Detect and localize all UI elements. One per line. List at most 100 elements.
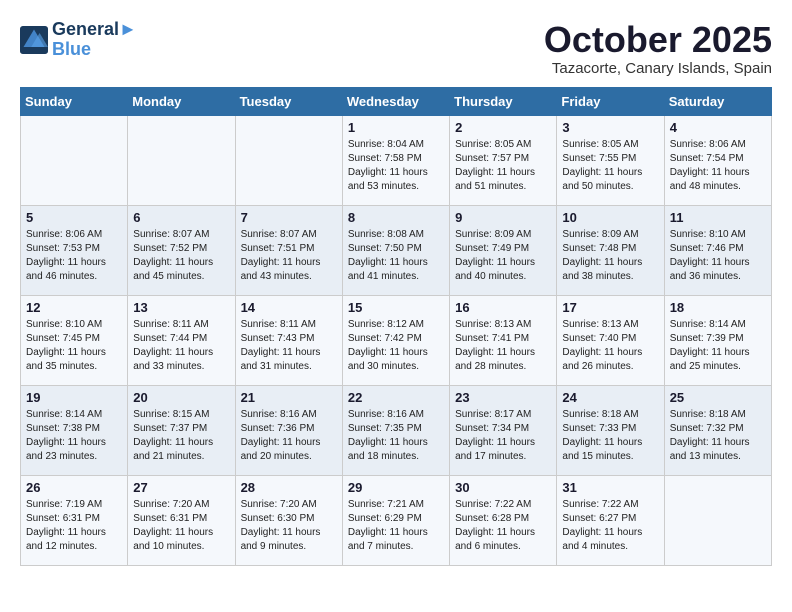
calendar-cell: 14 Sunrise: 8:11 AM Sunset: 7:43 PM Dayli… <box>235 295 342 385</box>
calendar-cell: 2Sunrise: 8:05 AM Sunset: 7:57 PM Daylig… <box>450 115 557 205</box>
day-of-week-header: Wednesday <box>342 87 449 115</box>
title-area: October 2025 Tazacorte, Canary Islands, … <box>544 20 772 77</box>
day-detail: Sunrise: 8:17 AM Sunset: 7:34 PM Dayligh… <box>455 408 551 464</box>
day-number: 16 <box>455 300 551 315</box>
calendar-cell: 19Sunrise: 8:14 AM Sunset: 7:38 PM Dayli… <box>21 385 128 475</box>
calendar-cell: 5 Sunrise: 8:06 AM Sunset: 7:53 PM Daylig… <box>21 205 128 295</box>
day-number: 18 <box>670 300 766 315</box>
calendar-cell: 22 Sunrise: 8:16 AM Sunset: 7:35 PM Dayli… <box>342 385 449 475</box>
day-detail: Sunrise: 8:06 AM Sunset: 7:54 PM Dayligh… <box>670 138 766 194</box>
day-number: 29 <box>348 480 444 495</box>
day-detail: Sunrise: 8:09 AM Sunset: 7:49 PM Dayligh… <box>455 228 551 284</box>
day-detail: Sunrise: 8:11 AM Sunset: 7:44 PM Dayligh… <box>133 318 229 374</box>
day-detail: Sunrise: 8:12 AM Sunset: 7:42 PM Dayligh… <box>348 318 444 374</box>
day-detail: Sunrise: 8:13 AM Sunset: 7:41 PM Dayligh… <box>455 318 551 374</box>
day-of-week-header: Monday <box>128 87 235 115</box>
calendar-cell: 18 Sunrise: 8:14 AM Sunset: 7:39 PM Dayli… <box>664 295 771 385</box>
day-number: 22 <box>348 390 444 405</box>
calendar-cell: 30 Sunrise: 7:22 AM Sunset: 6:28 PM Dayli… <box>450 475 557 565</box>
calendar-cell: 10Sunrise: 8:09 AM Sunset: 7:48 PM Dayli… <box>557 205 664 295</box>
day-number: 1 <box>348 120 444 135</box>
calendar-cell: 26 Sunrise: 7:19 AM Sunset: 6:31 PM Dayli… <box>21 475 128 565</box>
day-number: 21 <box>241 390 337 405</box>
day-number: 28 <box>241 480 337 495</box>
calendar-cell: 17Sunrise: 8:13 AM Sunset: 7:40 PM Dayli… <box>557 295 664 385</box>
calendar-cell: 13Sunrise: 8:11 AM Sunset: 7:44 PM Dayli… <box>128 295 235 385</box>
day-detail: Sunrise: 8:13 AM Sunset: 7:40 PM Dayligh… <box>562 318 658 374</box>
day-number: 14 <box>241 300 337 315</box>
calendar-week-row: 26 Sunrise: 7:19 AM Sunset: 6:31 PM Dayli… <box>21 475 772 565</box>
calendar-cell: 1 Sunrise: 8:04 AM Sunset: 7:58 PM Daylig… <box>342 115 449 205</box>
day-number: 11 <box>670 210 766 225</box>
day-number: 5 <box>26 210 122 225</box>
day-number: 7 <box>241 210 337 225</box>
page-header: General► Blue October 2025 Tazacorte, Ca… <box>20 20 772 77</box>
calendar-cell: 31 Sunrise: 7:22 AM Sunset: 6:27 PM Dayli… <box>557 475 664 565</box>
day-number: 30 <box>455 480 551 495</box>
day-number: 27 <box>133 480 229 495</box>
day-number: 9 <box>455 210 551 225</box>
day-detail: Sunrise: 8:07 AM Sunset: 7:52 PM Dayligh… <box>133 228 229 284</box>
day-detail: Sunrise: 8:11 AM Sunset: 7:43 PM Dayligh… <box>241 318 337 374</box>
day-number: 26 <box>26 480 122 495</box>
day-of-week-header: Saturday <box>664 87 771 115</box>
calendar-week-row: 5 Sunrise: 8:06 AM Sunset: 7:53 PM Daylig… <box>21 205 772 295</box>
calendar-cell: 11 Sunrise: 8:10 AM Sunset: 7:46 PM Dayli… <box>664 205 771 295</box>
calendar-cell: 12 Sunrise: 8:10 AM Sunset: 7:45 PM Dayli… <box>21 295 128 385</box>
day-number: 15 <box>348 300 444 315</box>
calendar-table: SundayMondayTuesdayWednesdayThursdayFrid… <box>20 87 772 566</box>
day-detail: Sunrise: 8:04 AM Sunset: 7:58 PM Dayligh… <box>348 138 444 194</box>
calendar-cell: 16 Sunrise: 8:13 AM Sunset: 7:41 PM Dayli… <box>450 295 557 385</box>
day-number: 31 <box>562 480 658 495</box>
day-number: 8 <box>348 210 444 225</box>
location-subtitle: Tazacorte, Canary Islands, Spain <box>544 60 772 77</box>
day-number: 12 <box>26 300 122 315</box>
calendar-cell: 6 Sunrise: 8:07 AM Sunset: 7:52 PM Daylig… <box>128 205 235 295</box>
day-detail: Sunrise: 7:22 AM Sunset: 6:27 PM Dayligh… <box>562 498 658 554</box>
day-number: 20 <box>133 390 229 405</box>
day-of-week-header: Tuesday <box>235 87 342 115</box>
day-detail: Sunrise: 8:16 AM Sunset: 7:36 PM Dayligh… <box>241 408 337 464</box>
day-detail: Sunrise: 8:08 AM Sunset: 7:50 PM Dayligh… <box>348 228 444 284</box>
day-detail: Sunrise: 7:22 AM Sunset: 6:28 PM Dayligh… <box>455 498 551 554</box>
day-detail: Sunrise: 8:18 AM Sunset: 7:32 PM Dayligh… <box>670 408 766 464</box>
calendar-header-row: SundayMondayTuesdayWednesdayThursdayFrid… <box>21 87 772 115</box>
day-of-week-header: Friday <box>557 87 664 115</box>
day-detail: Sunrise: 8:10 AM Sunset: 7:46 PM Dayligh… <box>670 228 766 284</box>
calendar-cell: 8 Sunrise: 8:08 AM Sunset: 7:50 PM Daylig… <box>342 205 449 295</box>
day-detail: Sunrise: 7:20 AM Sunset: 6:30 PM Dayligh… <box>241 498 337 554</box>
calendar-cell: 15 Sunrise: 8:12 AM Sunset: 7:42 PM Dayli… <box>342 295 449 385</box>
day-detail: Sunrise: 8:05 AM Sunset: 7:55 PM Dayligh… <box>562 138 658 194</box>
calendar-cell: 24 Sunrise: 8:18 AM Sunset: 7:33 PM Dayli… <box>557 385 664 475</box>
day-detail: Sunrise: 8:10 AM Sunset: 7:45 PM Dayligh… <box>26 318 122 374</box>
logo-icon <box>20 26 48 54</box>
day-detail: Sunrise: 8:18 AM Sunset: 7:33 PM Dayligh… <box>562 408 658 464</box>
calendar-cell: 28 Sunrise: 7:20 AM Sunset: 6:30 PM Dayli… <box>235 475 342 565</box>
calendar-cell: 4 Sunrise: 8:06 AM Sunset: 7:54 PM Daylig… <box>664 115 771 205</box>
day-number: 19 <box>26 390 122 405</box>
day-detail: Sunrise: 8:15 AM Sunset: 7:37 PM Dayligh… <box>133 408 229 464</box>
day-detail: Sunrise: 7:21 AM Sunset: 6:29 PM Dayligh… <box>348 498 444 554</box>
calendar-cell <box>128 115 235 205</box>
month-title: October 2025 <box>544 20 772 60</box>
calendar-cell <box>235 115 342 205</box>
calendar-cell: 20 Sunrise: 8:15 AM Sunset: 7:37 PM Dayli… <box>128 385 235 475</box>
day-detail: Sunrise: 7:20 AM Sunset: 6:31 PM Dayligh… <box>133 498 229 554</box>
day-detail: Sunrise: 8:06 AM Sunset: 7:53 PM Dayligh… <box>26 228 122 284</box>
day-detail: Sunrise: 8:16 AM Sunset: 7:35 PM Dayligh… <box>348 408 444 464</box>
day-detail: Sunrise: 8:14 AM Sunset: 7:39 PM Dayligh… <box>670 318 766 374</box>
calendar-cell <box>664 475 771 565</box>
calendar-week-row: 1 Sunrise: 8:04 AM Sunset: 7:58 PM Daylig… <box>21 115 772 205</box>
day-number: 3 <box>562 120 658 135</box>
day-number: 23 <box>455 390 551 405</box>
day-number: 4 <box>670 120 766 135</box>
calendar-week-row: 19Sunrise: 8:14 AM Sunset: 7:38 PM Dayli… <box>21 385 772 475</box>
day-detail: Sunrise: 7:19 AM Sunset: 6:31 PM Dayligh… <box>26 498 122 554</box>
day-of-week-header: Thursday <box>450 87 557 115</box>
day-number: 24 <box>562 390 658 405</box>
calendar-cell <box>21 115 128 205</box>
calendar-cell: 9 Sunrise: 8:09 AM Sunset: 7:49 PM Daylig… <box>450 205 557 295</box>
day-detail: Sunrise: 8:09 AM Sunset: 7:48 PM Dayligh… <box>562 228 658 284</box>
calendar-cell: 7Sunrise: 8:07 AM Sunset: 7:51 PM Daylig… <box>235 205 342 295</box>
day-number: 6 <box>133 210 229 225</box>
